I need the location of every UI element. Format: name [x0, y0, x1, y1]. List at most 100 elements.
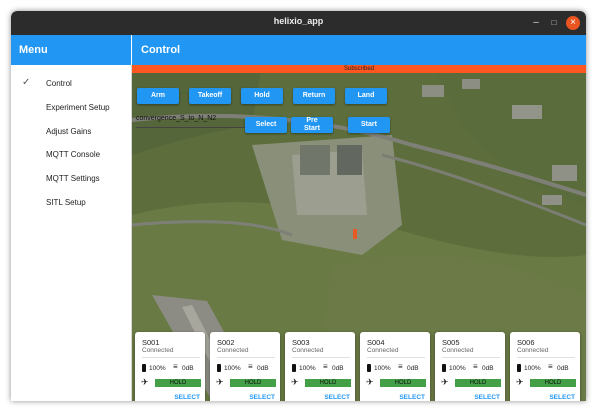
- start-button[interactable]: Start: [348, 117, 390, 133]
- airplane-icon: ✈: [141, 377, 149, 387]
- signal-strength: 0dB: [332, 365, 344, 372]
- land-button[interactable]: Land: [345, 88, 387, 104]
- signal-strength: 0dB: [557, 365, 569, 372]
- connection-status: Connected: [442, 347, 474, 354]
- battery-level: 100%: [299, 365, 316, 372]
- sidebar-item-sitl-setup[interactable]: SITL Setup: [11, 193, 131, 215]
- app-window: helixio_app – □ × Menu Control ✓ Control…: [11, 11, 586, 401]
- drone-id: S005: [442, 338, 460, 347]
- drone-id: S004: [367, 338, 385, 347]
- drone-card: S002 Connected 100% ≡ 0dB ✈ HOLD SELECT: [210, 332, 280, 401]
- signal-strength: 0dB: [407, 365, 419, 372]
- sidebar-title: Menu: [11, 35, 131, 65]
- drone-id: S001: [142, 338, 160, 347]
- prestart-button[interactable]: Pre Start: [291, 117, 333, 133]
- maximize-button[interactable]: □: [547, 16, 561, 30]
- mode-badge: HOLD: [380, 379, 426, 387]
- arm-button[interactable]: Arm: [137, 88, 179, 104]
- wifi-icon: ≡: [248, 362, 253, 371]
- battery-icon: [292, 364, 296, 372]
- title-bar: helixio_app – □ ×: [11, 11, 586, 35]
- select-drone-button[interactable]: SELECT: [249, 394, 275, 401]
- mode-badge: HOLD: [455, 379, 501, 387]
- drone-card: S006 Connected 100% ≡ 0dB ✈ HOLD SELECT: [510, 332, 580, 401]
- sidebar-item-mqtt-settings[interactable]: MQTT Settings: [11, 169, 131, 191]
- select-button[interactable]: Select: [245, 117, 287, 133]
- battery-level: 100%: [224, 365, 241, 372]
- connection-status: Connected: [142, 347, 174, 354]
- airplane-icon: ✈: [366, 377, 374, 387]
- page-title: Control: [132, 35, 586, 65]
- window-title: helixio_app: [273, 16, 324, 26]
- sidebar: ✓ Control Experiment Setup Adjust Gains …: [11, 65, 132, 401]
- drone-card: S001 Connected 100% ≡ 0dB ✈ HOLD SELECT: [135, 332, 205, 401]
- sidebar-item-control[interactable]: ✓ Control: [11, 74, 131, 96]
- divider: [442, 357, 500, 358]
- drone-card: S003 Connected 100% ≡ 0dB ✈ HOLD SELECT: [285, 332, 355, 401]
- takeoff-button[interactable]: Takeoff: [189, 88, 231, 104]
- select-drone-button[interactable]: SELECT: [399, 394, 425, 401]
- select-drone-button[interactable]: SELECT: [549, 394, 575, 401]
- sidebar-item-label: Control: [46, 79, 72, 88]
- select-drone-button[interactable]: SELECT: [324, 394, 350, 401]
- mode-badge: HOLD: [155, 379, 201, 387]
- sidebar-item-experiment-setup[interactable]: Experiment Setup: [11, 98, 131, 120]
- airplane-icon: ✈: [291, 377, 299, 387]
- battery-level: 100%: [149, 365, 166, 372]
- battery-level: 100%: [524, 365, 541, 372]
- battery-icon: [517, 364, 521, 372]
- return-button[interactable]: Return: [293, 88, 335, 104]
- mode-badge: HOLD: [230, 379, 276, 387]
- sidebar-item-mqtt-console[interactable]: MQTT Console: [11, 145, 131, 167]
- sidebar-item-label: MQTT Settings: [46, 174, 100, 183]
- wifi-icon: ≡: [473, 362, 478, 371]
- battery-icon: [442, 364, 446, 372]
- signal-strength: 0dB: [482, 365, 494, 372]
- connection-status: Connected: [367, 347, 399, 354]
- divider: [142, 357, 200, 358]
- connection-status: Connected: [292, 347, 324, 354]
- battery-icon: [142, 364, 146, 372]
- airplane-icon: ✈: [516, 377, 524, 387]
- sidebar-item-label: Experiment Setup: [46, 103, 110, 112]
- battery-icon: [367, 364, 371, 372]
- sidebar-item-label: MQTT Console: [46, 150, 101, 159]
- divider: [367, 357, 425, 358]
- signal-strength: 0dB: [182, 365, 194, 372]
- sidebar-item-adjust-gains[interactable]: Adjust Gains: [11, 122, 131, 144]
- prestart-label-line2: Start: [304, 125, 320, 132]
- divider: [292, 357, 350, 358]
- drone-id: S002: [217, 338, 235, 347]
- signal-strength: 0dB: [257, 365, 269, 372]
- select-drone-button[interactable]: SELECT: [474, 394, 500, 401]
- drone-id: S003: [292, 338, 310, 347]
- drone-id: S006: [517, 338, 535, 347]
- wifi-icon: ≡: [173, 362, 178, 371]
- mode-badge: HOLD: [530, 379, 576, 387]
- battery-level: 100%: [449, 365, 466, 372]
- connection-status: Connected: [517, 347, 549, 354]
- wifi-icon: ≡: [323, 362, 328, 371]
- divider: [517, 357, 575, 358]
- hold-button[interactable]: Hold: [241, 88, 283, 104]
- drone-card: S005 Connected 100% ≡ 0dB ✈ HOLD SELECT: [435, 332, 505, 401]
- control-panel: Subscribed Arm Takeoff Hold Return Land …: [132, 65, 586, 401]
- drone-card: S004 Connected 100% ≡ 0dB ✈ HOLD SELECT: [360, 332, 430, 401]
- experiment-field[interactable]: convergence_S_to_N_N2: [136, 115, 256, 128]
- minimize-button[interactable]: –: [529, 16, 543, 30]
- connection-status: Connected: [217, 347, 249, 354]
- wifi-icon: ≡: [548, 362, 553, 371]
- sidebar-item-label: SITL Setup: [46, 198, 86, 207]
- status-bar: Subscribed: [132, 65, 586, 73]
- battery-icon: [217, 364, 221, 372]
- sidebar-item-label: Adjust Gains: [46, 127, 92, 136]
- check-icon: ✓: [22, 77, 31, 88]
- airplane-icon: ✈: [216, 377, 224, 387]
- close-button[interactable]: ×: [566, 16, 580, 30]
- wifi-icon: ≡: [398, 362, 403, 371]
- mode-badge: HOLD: [305, 379, 351, 387]
- airplane-icon: ✈: [441, 377, 449, 387]
- battery-level: 100%: [374, 365, 391, 372]
- select-drone-button[interactable]: SELECT: [174, 394, 200, 401]
- prestart-label-line1: Pre: [306, 117, 318, 124]
